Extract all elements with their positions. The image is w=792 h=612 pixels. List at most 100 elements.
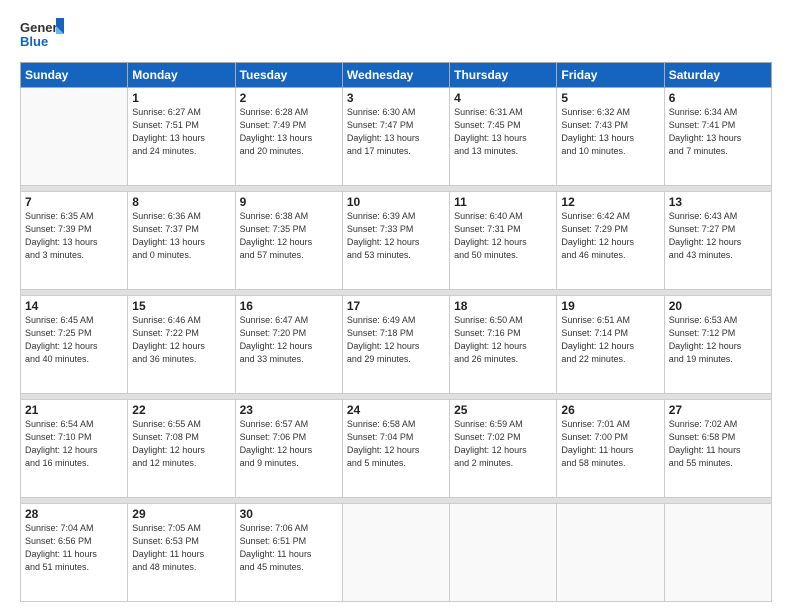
- calendar-header-sunday: Sunday: [21, 63, 128, 88]
- calendar-cell: 18Sunrise: 6:50 AM Sunset: 7:16 PM Dayli…: [450, 296, 557, 394]
- calendar-cell: 30Sunrise: 7:06 AM Sunset: 6:51 PM Dayli…: [235, 504, 342, 602]
- day-info: Sunrise: 6:58 AM Sunset: 7:04 PM Dayligh…: [347, 418, 445, 470]
- day-info: Sunrise: 6:40 AM Sunset: 7:31 PM Dayligh…: [454, 210, 552, 262]
- calendar-cell: 4Sunrise: 6:31 AM Sunset: 7:45 PM Daylig…: [450, 88, 557, 186]
- day-number: 27: [669, 403, 767, 417]
- day-info: Sunrise: 6:54 AM Sunset: 7:10 PM Dayligh…: [25, 418, 123, 470]
- logo: General Blue: [20, 16, 64, 52]
- day-info: Sunrise: 6:59 AM Sunset: 7:02 PM Dayligh…: [454, 418, 552, 470]
- day-number: 2: [240, 91, 338, 105]
- day-number: 29: [132, 507, 230, 521]
- calendar-cell: 11Sunrise: 6:40 AM Sunset: 7:31 PM Dayli…: [450, 192, 557, 290]
- day-info: Sunrise: 6:55 AM Sunset: 7:08 PM Dayligh…: [132, 418, 230, 470]
- day-number: 21: [25, 403, 123, 417]
- day-number: 9: [240, 195, 338, 209]
- calendar-cell: [664, 504, 771, 602]
- calendar-cell: 26Sunrise: 7:01 AM Sunset: 7:00 PM Dayli…: [557, 400, 664, 498]
- day-number: 13: [669, 195, 767, 209]
- day-info: Sunrise: 6:35 AM Sunset: 7:39 PM Dayligh…: [25, 210, 123, 262]
- calendar-cell: 8Sunrise: 6:36 AM Sunset: 7:37 PM Daylig…: [128, 192, 235, 290]
- day-info: Sunrise: 7:04 AM Sunset: 6:56 PM Dayligh…: [25, 522, 123, 574]
- day-number: 22: [132, 403, 230, 417]
- day-info: Sunrise: 6:34 AM Sunset: 7:41 PM Dayligh…: [669, 106, 767, 158]
- calendar-cell: 13Sunrise: 6:43 AM Sunset: 7:27 PM Dayli…: [664, 192, 771, 290]
- calendar-cell: 21Sunrise: 6:54 AM Sunset: 7:10 PM Dayli…: [21, 400, 128, 498]
- day-info: Sunrise: 7:02 AM Sunset: 6:58 PM Dayligh…: [669, 418, 767, 470]
- day-number: 23: [240, 403, 338, 417]
- calendar-cell: 9Sunrise: 6:38 AM Sunset: 7:35 PM Daylig…: [235, 192, 342, 290]
- calendar-cell: 1Sunrise: 6:27 AM Sunset: 7:51 PM Daylig…: [128, 88, 235, 186]
- calendar-week-row: 14Sunrise: 6:45 AM Sunset: 7:25 PM Dayli…: [21, 296, 772, 394]
- calendar-header-friday: Friday: [557, 63, 664, 88]
- day-number: 14: [25, 299, 123, 313]
- calendar-cell: 6Sunrise: 6:34 AM Sunset: 7:41 PM Daylig…: [664, 88, 771, 186]
- calendar-header-monday: Monday: [128, 63, 235, 88]
- calendar-cell: 14Sunrise: 6:45 AM Sunset: 7:25 PM Dayli…: [21, 296, 128, 394]
- calendar-week-row: 21Sunrise: 6:54 AM Sunset: 7:10 PM Dayli…: [21, 400, 772, 498]
- day-number: 24: [347, 403, 445, 417]
- day-info: Sunrise: 6:53 AM Sunset: 7:12 PM Dayligh…: [669, 314, 767, 366]
- calendar-cell: 10Sunrise: 6:39 AM Sunset: 7:33 PM Dayli…: [342, 192, 449, 290]
- day-number: 6: [669, 91, 767, 105]
- day-info: Sunrise: 6:45 AM Sunset: 7:25 PM Dayligh…: [25, 314, 123, 366]
- day-number: 1: [132, 91, 230, 105]
- calendar-cell: 25Sunrise: 6:59 AM Sunset: 7:02 PM Dayli…: [450, 400, 557, 498]
- day-info: Sunrise: 6:49 AM Sunset: 7:18 PM Dayligh…: [347, 314, 445, 366]
- day-number: 7: [25, 195, 123, 209]
- calendar-header-saturday: Saturday: [664, 63, 771, 88]
- calendar-header-row: SundayMondayTuesdayWednesdayThursdayFrid…: [21, 63, 772, 88]
- day-info: Sunrise: 6:36 AM Sunset: 7:37 PM Dayligh…: [132, 210, 230, 262]
- day-info: Sunrise: 6:38 AM Sunset: 7:35 PM Dayligh…: [240, 210, 338, 262]
- day-info: Sunrise: 6:46 AM Sunset: 7:22 PM Dayligh…: [132, 314, 230, 366]
- calendar-week-row: 1Sunrise: 6:27 AM Sunset: 7:51 PM Daylig…: [21, 88, 772, 186]
- day-info: Sunrise: 6:47 AM Sunset: 7:20 PM Dayligh…: [240, 314, 338, 366]
- calendar-cell: 16Sunrise: 6:47 AM Sunset: 7:20 PM Dayli…: [235, 296, 342, 394]
- day-info: Sunrise: 6:31 AM Sunset: 7:45 PM Dayligh…: [454, 106, 552, 158]
- day-info: Sunrise: 6:42 AM Sunset: 7:29 PM Dayligh…: [561, 210, 659, 262]
- day-number: 12: [561, 195, 659, 209]
- day-number: 30: [240, 507, 338, 521]
- day-info: Sunrise: 6:32 AM Sunset: 7:43 PM Dayligh…: [561, 106, 659, 158]
- calendar-cell: 28Sunrise: 7:04 AM Sunset: 6:56 PM Dayli…: [21, 504, 128, 602]
- day-info: Sunrise: 6:28 AM Sunset: 7:49 PM Dayligh…: [240, 106, 338, 158]
- calendar-cell: 22Sunrise: 6:55 AM Sunset: 7:08 PM Dayli…: [128, 400, 235, 498]
- day-number: 16: [240, 299, 338, 313]
- calendar-cell: 29Sunrise: 7:05 AM Sunset: 6:53 PM Dayli…: [128, 504, 235, 602]
- day-number: 26: [561, 403, 659, 417]
- day-info: Sunrise: 6:30 AM Sunset: 7:47 PM Dayligh…: [347, 106, 445, 158]
- day-number: 11: [454, 195, 552, 209]
- logo-icon: General Blue: [20, 16, 64, 52]
- calendar-cell: [450, 504, 557, 602]
- svg-text:Blue: Blue: [20, 34, 48, 49]
- calendar-week-row: 7Sunrise: 6:35 AM Sunset: 7:39 PM Daylig…: [21, 192, 772, 290]
- calendar-cell: 27Sunrise: 7:02 AM Sunset: 6:58 PM Dayli…: [664, 400, 771, 498]
- day-number: 3: [347, 91, 445, 105]
- calendar-cell: 5Sunrise: 6:32 AM Sunset: 7:43 PM Daylig…: [557, 88, 664, 186]
- calendar-cell: 24Sunrise: 6:58 AM Sunset: 7:04 PM Dayli…: [342, 400, 449, 498]
- day-info: Sunrise: 7:05 AM Sunset: 6:53 PM Dayligh…: [132, 522, 230, 574]
- day-number: 15: [132, 299, 230, 313]
- page-header: General Blue: [20, 16, 772, 52]
- day-info: Sunrise: 7:01 AM Sunset: 7:00 PM Dayligh…: [561, 418, 659, 470]
- day-info: Sunrise: 6:43 AM Sunset: 7:27 PM Dayligh…: [669, 210, 767, 262]
- calendar-cell: [557, 504, 664, 602]
- calendar-cell: [342, 504, 449, 602]
- calendar-week-row: 28Sunrise: 7:04 AM Sunset: 6:56 PM Dayli…: [21, 504, 772, 602]
- day-info: Sunrise: 7:06 AM Sunset: 6:51 PM Dayligh…: [240, 522, 338, 574]
- day-info: Sunrise: 6:51 AM Sunset: 7:14 PM Dayligh…: [561, 314, 659, 366]
- day-number: 18: [454, 299, 552, 313]
- day-number: 28: [25, 507, 123, 521]
- calendar-cell: 2Sunrise: 6:28 AM Sunset: 7:49 PM Daylig…: [235, 88, 342, 186]
- calendar-header-tuesday: Tuesday: [235, 63, 342, 88]
- day-number: 20: [669, 299, 767, 313]
- calendar-cell: 23Sunrise: 6:57 AM Sunset: 7:06 PM Dayli…: [235, 400, 342, 498]
- day-number: 19: [561, 299, 659, 313]
- calendar-cell: [21, 88, 128, 186]
- calendar-cell: 7Sunrise: 6:35 AM Sunset: 7:39 PM Daylig…: [21, 192, 128, 290]
- calendar-cell: 3Sunrise: 6:30 AM Sunset: 7:47 PM Daylig…: [342, 88, 449, 186]
- calendar-cell: 17Sunrise: 6:49 AM Sunset: 7:18 PM Dayli…: [342, 296, 449, 394]
- day-info: Sunrise: 6:57 AM Sunset: 7:06 PM Dayligh…: [240, 418, 338, 470]
- day-number: 10: [347, 195, 445, 209]
- calendar-table: SundayMondayTuesdayWednesdayThursdayFrid…: [20, 62, 772, 602]
- calendar-cell: 12Sunrise: 6:42 AM Sunset: 7:29 PM Dayli…: [557, 192, 664, 290]
